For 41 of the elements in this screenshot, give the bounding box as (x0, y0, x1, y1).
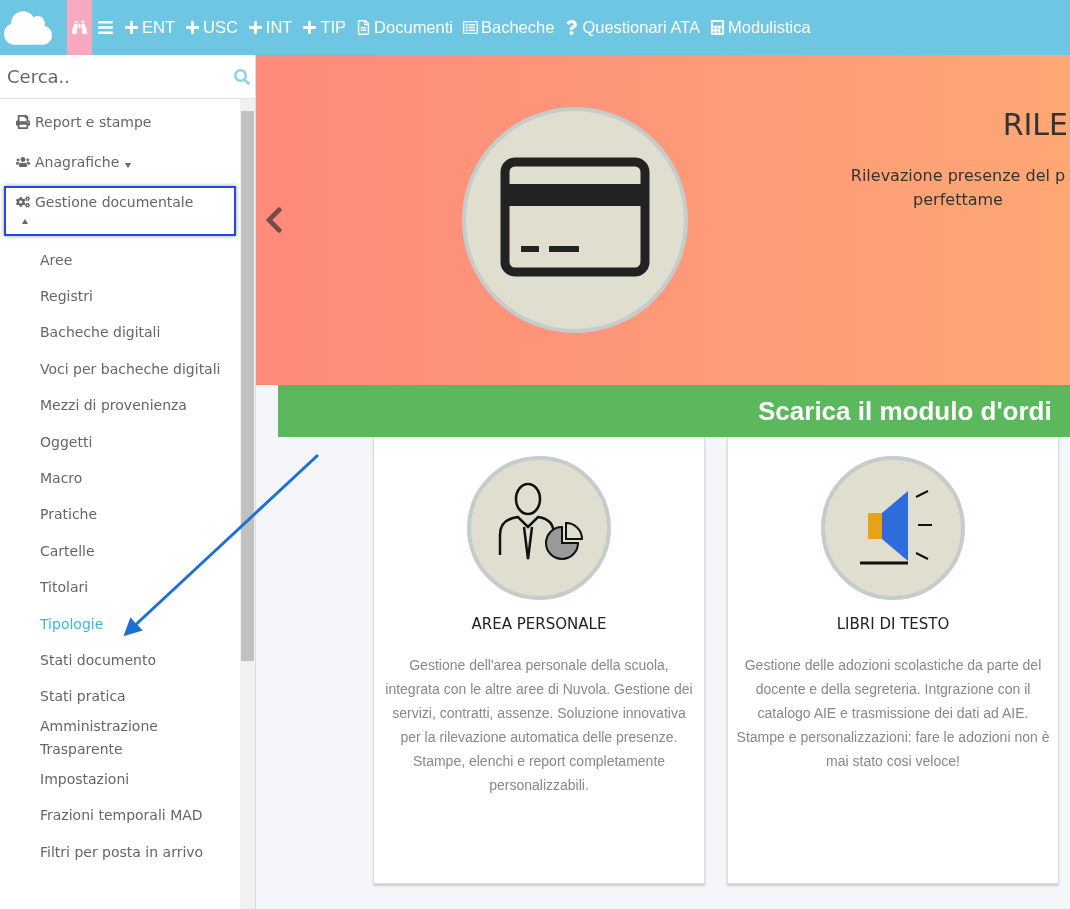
submenu-item[interactable]: Frazioni temporali MAD (0, 797, 240, 834)
submenu-item[interactable]: Filtri per posta in arrivo (0, 833, 240, 871)
plus-icon (247, 20, 263, 35)
menu-item[interactable]: Gestione documentale (16, 194, 194, 210)
submenu-item[interactable]: Cartelle (0, 533, 240, 570)
card-description: Gestione delle adozioni scolastiche da parte del docente e della segreteria. Intgrazione con il catalogo AIE e trasmissione dei dati ad AIE. Stampe e personalizzazioni: fare le adozioni non è mai stato cosi veloce! (735, 656, 1051, 771)
banner-text: perfettame (913, 189, 1003, 211)
submenu-item[interactable]: Titolari (0, 569, 240, 606)
card-description: Gestione dell'area personale della scuola, integrata con le altre aree di Nuvola. Gestione dei servizi, contratti, assenze. Soluzione innovativa per la rilevazione automatica delle presenze. Stampe, elenchi e report completamente personalizzabili. (384, 656, 694, 795)
banner-title: RILE (1002, 107, 1068, 142)
submenu-item[interactable]: Oggetti (0, 423, 240, 461)
card-title: AREA PERSONALE (471, 615, 607, 633)
calculator-icon (710, 20, 726, 35)
plus-icon (302, 20, 318, 35)
plus-icon (124, 20, 139, 35)
submenu-item[interactable]: Macro (0, 460, 240, 497)
list-icon (463, 20, 478, 35)
submenu-item[interactable]: Impostazioni (0, 761, 240, 798)
menu-item[interactable]: Anagrafiche (16, 154, 120, 170)
submenu-item[interactable]: Stati documento (0, 642, 240, 679)
document-icon (356, 20, 372, 35)
submenu-item[interactable]: Pratiche (0, 496, 240, 534)
plus-icon (185, 20, 200, 35)
printer-icon (16, 115, 30, 129)
submenu-item[interactable]: Stati pratica (0, 678, 240, 716)
question-icon (564, 20, 580, 35)
scrollbar[interactable] (240, 99, 255, 909)
submenu-item[interactable]: Mezzi di provenienza (0, 387, 240, 424)
submenu-item[interactable]: Voci per bacheche digitali (0, 351, 240, 388)
submenu-item[interactable]: Amministrazione Trasparente (0, 715, 240, 762)
menu-icon (97, 19, 114, 36)
submenu-item[interactable]: Registri (0, 278, 240, 315)
gears-icon (16, 195, 30, 209)
submenu-item[interactable]: Bacheche digitali (0, 314, 240, 352)
menu-item[interactable]: Report e stampe (16, 114, 152, 130)
banner-text: Rilevazione presenze del p (850, 165, 1066, 187)
submenu-item[interactable]: Aree (0, 242, 240, 279)
users-icon (16, 155, 30, 169)
card-title: LIBRI DI TESTO (836, 615, 950, 633)
binoculars-icon (72, 20, 87, 35)
search-icon (234, 68, 250, 85)
